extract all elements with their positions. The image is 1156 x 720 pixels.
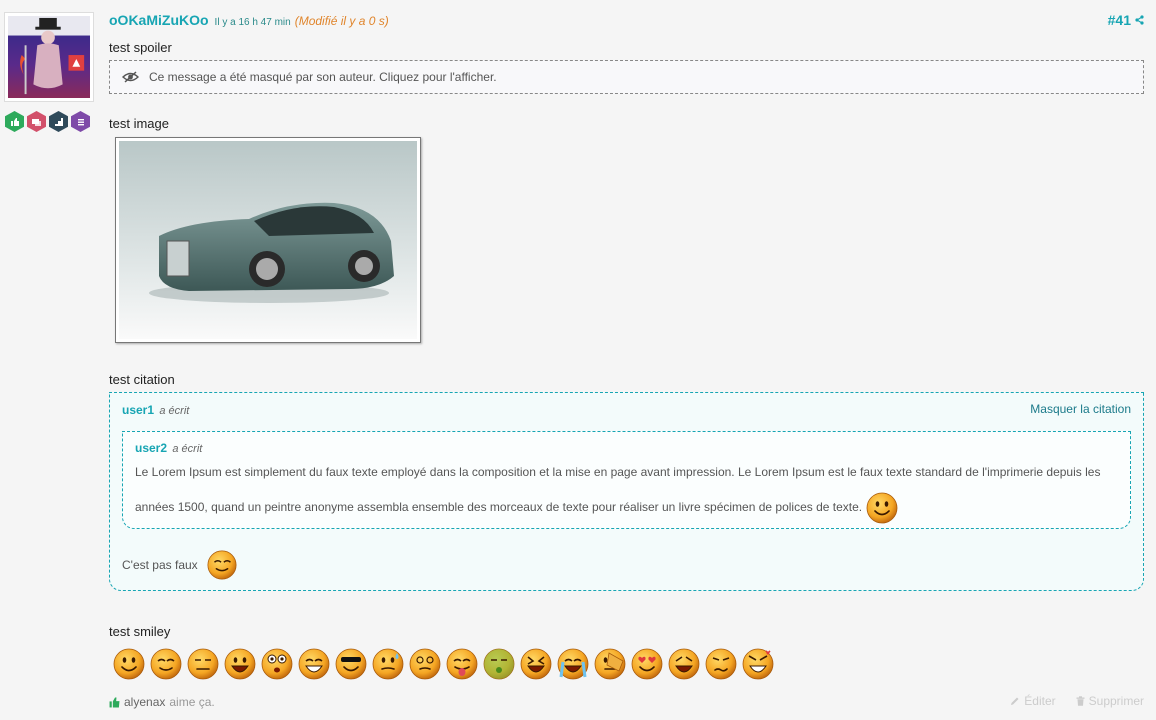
smiley-label: test smiley bbox=[109, 624, 171, 639]
grin-smiley-icon[interactable] bbox=[223, 647, 257, 681]
spoiler-text: Ce message a été masqué par son auteur. … bbox=[149, 70, 497, 84]
quote-reply: C'est pas faux bbox=[122, 549, 238, 581]
post-image[interactable] bbox=[115, 137, 421, 343]
quote-block: user1 a écrit Masquer la citation user2 … bbox=[109, 392, 1144, 591]
eye-slash-icon bbox=[122, 71, 139, 83]
tongue-smiley-icon[interactable] bbox=[445, 647, 479, 681]
delete-button[interactable]: Supprimer bbox=[1076, 694, 1144, 708]
post-actions: Éditer Supprimer bbox=[1010, 694, 1144, 708]
thumbs-up-icon[interactable] bbox=[5, 111, 24, 132]
squint-smiley-icon[interactable] bbox=[186, 647, 220, 681]
surprised-smiley-icon[interactable] bbox=[260, 647, 294, 681]
trash-icon bbox=[1076, 696, 1085, 706]
avatar-image bbox=[8, 16, 90, 98]
laugh-smiley-icon[interactable] bbox=[297, 647, 331, 681]
like-user[interactable]: alyenax bbox=[124, 695, 165, 709]
modified-note: (Modifié il y a 0 s) bbox=[294, 14, 389, 28]
reply-text: C'est pas faux bbox=[122, 558, 198, 572]
xd-smiley-icon[interactable] bbox=[519, 647, 553, 681]
smile-smiley-icon[interactable] bbox=[112, 647, 146, 681]
sweat-smiley-icon[interactable] bbox=[371, 647, 405, 681]
spoiler-box[interactable]: Ce message a été masqué par son auteur. … bbox=[109, 60, 1144, 94]
image-label: test image bbox=[109, 116, 169, 131]
nested-quote-header: user2 a écrit bbox=[135, 441, 202, 455]
post-number[interactable]: #41 bbox=[1108, 12, 1131, 28]
edit-label: Éditer bbox=[1024, 694, 1056, 708]
edit-button[interactable]: Éditer bbox=[1010, 694, 1056, 708]
stairs-icon[interactable] bbox=[49, 111, 68, 132]
wink-smiley-icon bbox=[207, 550, 237, 580]
share-icon[interactable] bbox=[1135, 15, 1144, 25]
like-text: aime ça. bbox=[169, 695, 215, 709]
sick-smiley-icon[interactable] bbox=[482, 647, 516, 681]
avatar[interactable] bbox=[4, 12, 94, 102]
spoiler-label: test spoiler bbox=[109, 40, 172, 55]
facepalm-smiley-icon[interactable] bbox=[593, 647, 627, 681]
quote-header: user1 a écrit bbox=[122, 403, 189, 417]
cool-smiley-icon[interactable] bbox=[334, 647, 368, 681]
cry-smiley-icon[interactable] bbox=[556, 647, 590, 681]
nested-quote-text: Le Lorem Ipsum est simplement du faux te… bbox=[135, 465, 1101, 514]
confused-smiley-icon[interactable] bbox=[704, 647, 738, 681]
angry-smiley-icon[interactable] bbox=[741, 647, 775, 681]
author-name[interactable]: oOKaMiZuKOo bbox=[109, 12, 209, 28]
car-image bbox=[119, 141, 417, 339]
wink-smiley-icon[interactable] bbox=[149, 647, 183, 681]
quote-author[interactable]: user1 bbox=[122, 403, 154, 417]
nested-quote-body: Le Lorem Ipsum est simplement du faux te… bbox=[135, 455, 1118, 525]
thumbs-up-icon bbox=[109, 697, 120, 707]
smiley-icon bbox=[867, 492, 898, 524]
user-badges bbox=[5, 111, 90, 132]
post-permalink[interactable]: #41 bbox=[1108, 12, 1144, 28]
post-time: Il y a 16 h 47 min bbox=[214, 17, 291, 28]
nested-quote-block: user2 a écrit Le Lorem Ipsum est simplem… bbox=[122, 431, 1131, 529]
likes-bar: alyenax aime ça. bbox=[109, 695, 215, 709]
love-smiley-icon[interactable] bbox=[630, 647, 664, 681]
chat-icon[interactable] bbox=[27, 111, 46, 132]
list-icon[interactable] bbox=[71, 111, 90, 132]
nested-quote-author[interactable]: user2 bbox=[135, 441, 167, 455]
quote-label: test citation bbox=[109, 372, 175, 387]
pencil-icon bbox=[1011, 697, 1019, 705]
rofl-smiley-icon[interactable] bbox=[667, 647, 701, 681]
dizzy-smiley-icon[interactable] bbox=[408, 647, 442, 681]
smiley-row bbox=[112, 647, 775, 681]
delete-label: Supprimer bbox=[1088, 694, 1144, 708]
post-header: oOKaMiZuKOo Il y a 16 h 47 min (Modifié … bbox=[109, 12, 1144, 30]
nested-quote-wrote: a écrit bbox=[172, 443, 203, 455]
hide-quote-button[interactable]: Masquer la citation bbox=[1030, 402, 1131, 416]
quote-wrote: a écrit bbox=[159, 405, 190, 417]
